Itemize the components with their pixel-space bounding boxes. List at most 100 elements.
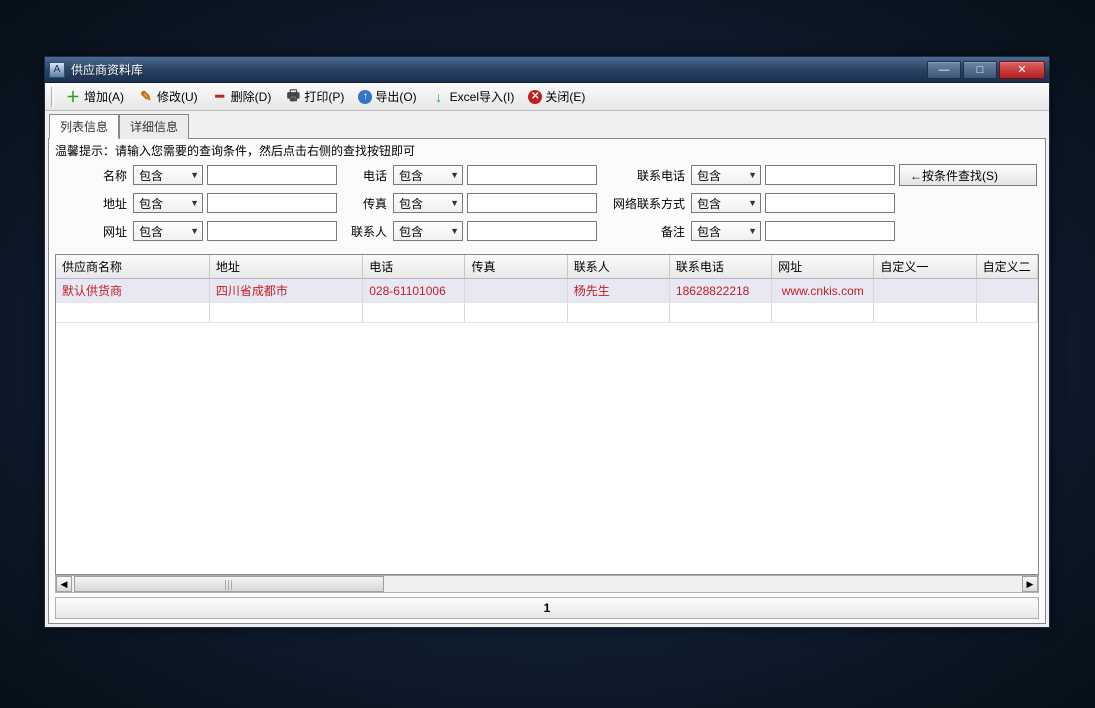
- addr-op-select[interactable]: 包含▼: [133, 193, 203, 213]
- cphone-input[interactable]: [765, 165, 895, 185]
- app-icon: A: [49, 62, 65, 78]
- url-label: 网址: [57, 223, 129, 240]
- close-label: 关闭(E): [545, 88, 585, 105]
- add-label: 增加(A): [84, 88, 124, 105]
- fax-op-select[interactable]: 包含▼: [393, 193, 463, 213]
- col-contact-phone[interactable]: 联系电话: [669, 255, 771, 279]
- supplier-window: A 供应商资料库 — □ ✕ ＋ 增加(A) ✎ 修改(U) ━ 删除(D) 🖶…: [44, 56, 1050, 628]
- print-label: 打印(P): [304, 88, 344, 105]
- cell-name: 默认供货商: [56, 279, 209, 303]
- chevron-down-icon: ▼: [190, 226, 199, 236]
- chevron-down-icon: ▼: [450, 198, 459, 208]
- remark-op-select[interactable]: 包含▼: [691, 221, 761, 241]
- delete-button[interactable]: ━ 删除(D): [209, 86, 275, 107]
- export-label: 导出(O): [375, 88, 416, 105]
- cphone-label: 联系电话: [601, 167, 687, 184]
- col-contact[interactable]: 联系人: [567, 255, 669, 279]
- tab-strip: 列表信息 详细信息: [45, 111, 1049, 138]
- chevron-down-icon: ▼: [450, 170, 459, 180]
- excel-import-button[interactable]: ↓ Excel导入(I): [428, 86, 518, 107]
- cell-fax: [465, 303, 567, 323]
- minimize-button[interactable]: —: [927, 61, 961, 79]
- url-input[interactable]: [207, 221, 337, 241]
- tab-list[interactable]: 列表信息: [49, 114, 119, 139]
- data-table-wrap: 供应商名称 地址 电话 传真 联系人 联系电话 网址 自定义一 自定义二 默认供…: [55, 254, 1039, 575]
- net-label: 网络联系方式: [601, 195, 687, 212]
- data-table: 供应商名称 地址 电话 传真 联系人 联系电话 网址 自定义一 自定义二 默认供…: [56, 255, 1038, 323]
- name-label: 名称: [57, 167, 129, 184]
- toolbar-grip: [51, 87, 54, 107]
- name-input[interactable]: [207, 165, 337, 185]
- window-title: 供应商资料库: [71, 61, 927, 78]
- content-panel: 温馨提示：请输入您需要的查询条件，然后点击右侧的查找按钮即可 名称 包含▼ 电话…: [48, 138, 1046, 624]
- col-address[interactable]: 地址: [209, 255, 362, 279]
- remark-label: 备注: [601, 223, 687, 240]
- search-grid: 名称 包含▼ 电话 包含▼ 联系电话 包含▼ ←按条件查找(S) 地址 包含▼ …: [49, 162, 1045, 250]
- add-button[interactable]: ＋ 增加(A): [62, 86, 127, 107]
- contact-input[interactable]: [467, 221, 597, 241]
- fax-input[interactable]: [467, 193, 597, 213]
- titlebar[interactable]: A 供应商资料库 — □ ✕: [45, 57, 1049, 83]
- table-header-row: 供应商名称 地址 电话 传真 联系人 联系电话 网址 自定义一 自定义二: [56, 255, 1038, 279]
- col-url[interactable]: 网址: [772, 255, 874, 279]
- cell-contact: [567, 303, 669, 323]
- table-row[interactable]: [56, 303, 1038, 323]
- scroll-thumb[interactable]: [74, 576, 384, 592]
- table-row[interactable]: 默认供货商 四川省成都市 028-61101006 杨先生 1862882221…: [56, 279, 1038, 303]
- scroll-left-icon[interactable]: ◀: [56, 576, 72, 592]
- edit-button[interactable]: ✎ 修改(U): [135, 86, 201, 107]
- col-supplier-name[interactable]: 供应商名称: [56, 255, 209, 279]
- net-op-select[interactable]: 包含▼: [691, 193, 761, 213]
- grip-icon: [225, 580, 233, 590]
- cell-fax: [465, 279, 567, 303]
- contact-op-select[interactable]: 包含▼: [393, 221, 463, 241]
- print-icon: 🖶: [285, 89, 301, 105]
- edit-label: 修改(U): [157, 88, 198, 105]
- cell-phone: [363, 303, 465, 323]
- addr-label: 地址: [57, 195, 129, 212]
- chevron-down-icon: ▼: [748, 170, 757, 180]
- chevron-down-icon: ▼: [450, 226, 459, 236]
- cell-url: [772, 303, 874, 323]
- phone-input[interactable]: [467, 165, 597, 185]
- cell-cphone: 18628822218: [669, 279, 771, 303]
- toolbar: ＋ 增加(A) ✎ 修改(U) ━ 删除(D) 🖶 打印(P) ↑ 导出(O) …: [45, 83, 1049, 111]
- tab-detail[interactable]: 详细信息: [119, 114, 189, 139]
- chevron-down-icon: ▼: [748, 198, 757, 208]
- cell-c1: [874, 303, 976, 323]
- contact-label: 联系人: [341, 223, 389, 240]
- chevron-down-icon: ▼: [190, 198, 199, 208]
- import-label: Excel导入(I): [450, 88, 515, 105]
- cell-phone: 028-61101006: [363, 279, 465, 303]
- delete-label: 删除(D): [231, 88, 272, 105]
- maximize-button[interactable]: □: [963, 61, 997, 79]
- cell-c1: [874, 279, 976, 303]
- remark-input[interactable]: [765, 221, 895, 241]
- close-window-button[interactable]: ✕: [999, 61, 1045, 79]
- pager[interactable]: 1: [55, 597, 1039, 619]
- cell-c2: [976, 303, 1037, 323]
- horizontal-scrollbar[interactable]: ◀ ▶: [55, 575, 1039, 593]
- close-icon: ✕: [528, 90, 542, 104]
- hint-text: 温馨提示：请输入您需要的查询条件，然后点击右侧的查找按钮即可: [49, 139, 1045, 162]
- name-op-select[interactable]: 包含▼: [133, 165, 203, 185]
- col-fax[interactable]: 传真: [465, 255, 567, 279]
- search-button[interactable]: ←按条件查找(S): [899, 164, 1037, 186]
- close-button[interactable]: ✕ 关闭(E): [525, 86, 588, 107]
- col-custom2[interactable]: 自定义二: [976, 255, 1037, 279]
- scroll-right-icon[interactable]: ▶: [1022, 576, 1038, 592]
- col-phone[interactable]: 电话: [363, 255, 465, 279]
- print-button[interactable]: 🖶 打印(P): [282, 86, 347, 107]
- export-button[interactable]: ↑ 导出(O): [355, 86, 419, 107]
- phone-op-select[interactable]: 包含▼: [393, 165, 463, 185]
- cphone-op-select[interactable]: 包含▼: [691, 165, 761, 185]
- minus-icon: ━: [212, 89, 228, 105]
- net-input[interactable]: [765, 193, 895, 213]
- col-custom1[interactable]: 自定义一: [874, 255, 976, 279]
- url-op-select[interactable]: 包含▼: [133, 221, 203, 241]
- phone-label: 电话: [341, 167, 389, 184]
- down-arrow-icon: ↓: [431, 89, 447, 105]
- addr-input[interactable]: [207, 193, 337, 213]
- page-current: 1: [544, 601, 551, 615]
- cell-contact: 杨先生: [567, 279, 669, 303]
